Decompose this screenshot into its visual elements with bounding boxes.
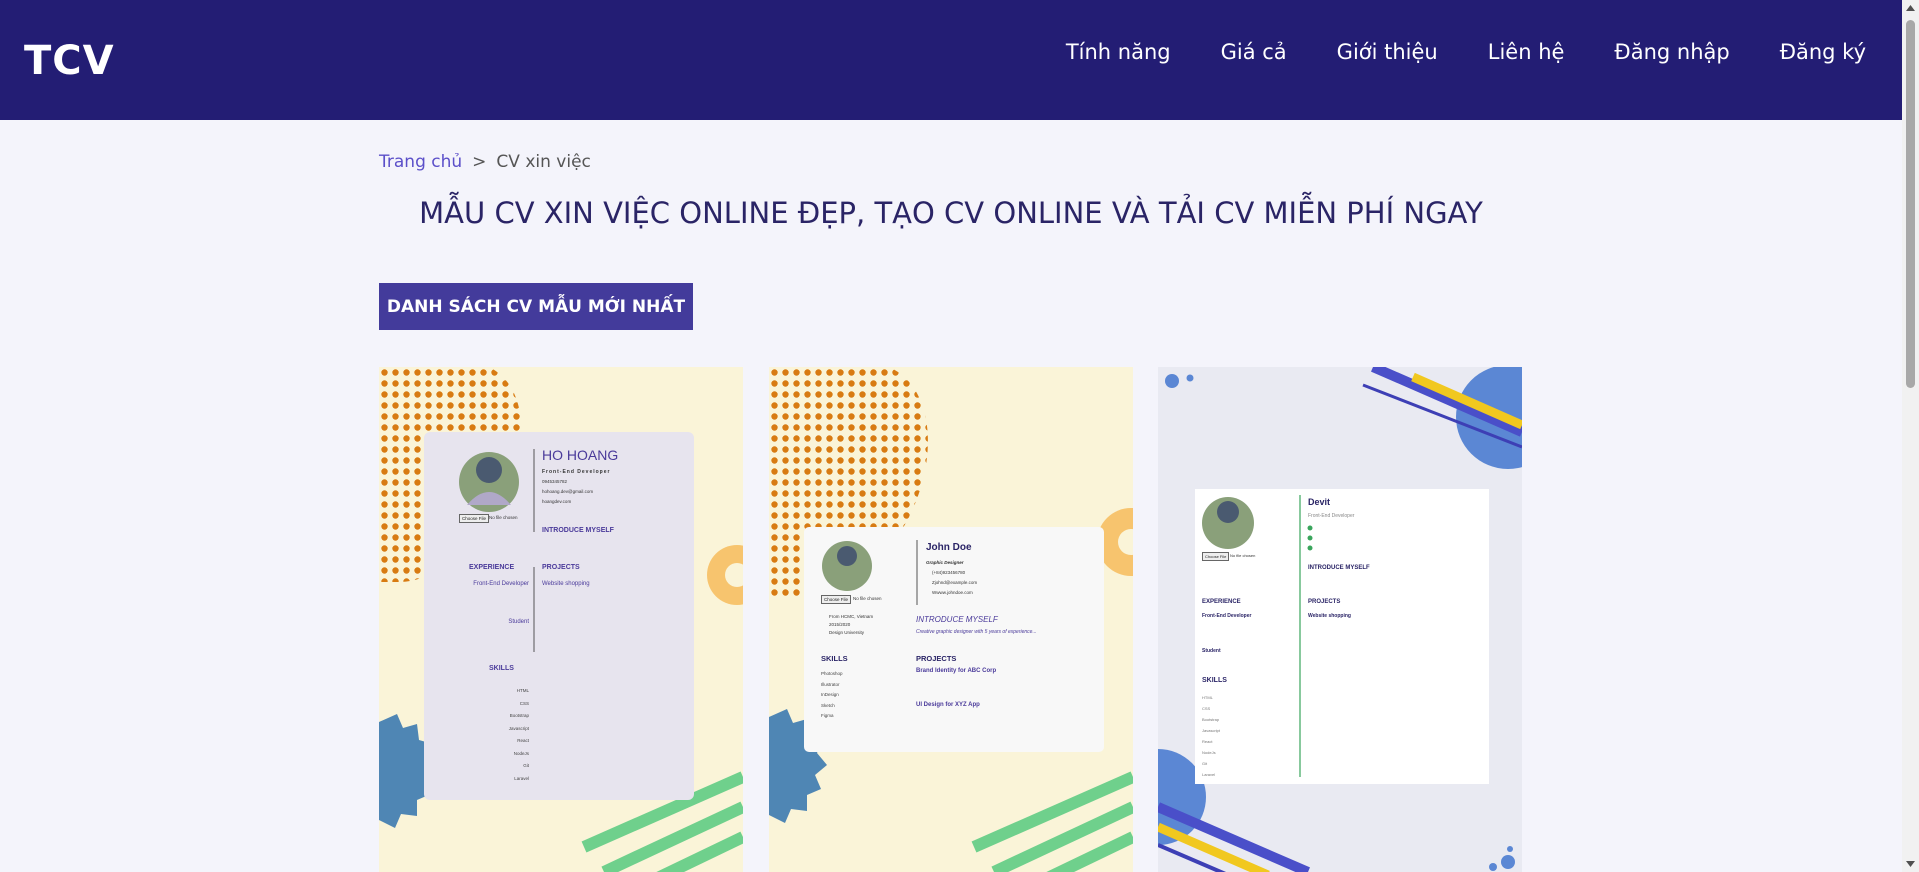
skill-item: HTML [516, 688, 529, 693]
cv-name: John Doe [926, 542, 972, 553]
cv-project-title: Brand Identity for ABC Corp [916, 668, 997, 674]
choose-file-button[interactable]: Choose File [459, 514, 490, 523]
skill-item: Bootstrap [1202, 717, 1220, 722]
skill-item: NodeJs [513, 750, 529, 756]
cv-name: HO HOANG [542, 447, 619, 463]
cv-skills-list: Photoshop Illustrator InDesign Sketch Fi… [821, 669, 843, 722]
cv-email: hohoang.dev@gmail.com [542, 489, 594, 494]
cv-intro-heading: INTRODUCE MYSELF [542, 527, 614, 534]
skill-item: Illustrator [821, 681, 840, 687]
cv-template-1-preview [379, 367, 743, 872]
choose-file-button[interactable]: Choose File [1202, 552, 1230, 561]
cv-role: Front-End Developer [542, 469, 611, 475]
skill-item: Javascript [1202, 728, 1221, 733]
cv-experience-heading: EXPERIENCE [469, 564, 515, 571]
page-scrollbar[interactable] [1902, 0, 1919, 872]
nav-contact[interactable]: Liên hệ [1488, 40, 1565, 64]
breadcrumb-separator: > [472, 152, 487, 172]
file-status-text: No file chosen [489, 515, 518, 520]
skill-item: Sketch [821, 702, 835, 708]
skill-item: Laravel [514, 775, 529, 781]
cv-website: hoangdev.com [542, 499, 572, 504]
cv-education-list: From HCMC, Vietnam 2015/2020 Design Univ… [829, 613, 873, 637]
breadcrumb: Trang chủ > CV xin việc [379, 152, 591, 172]
cv-intro-heading: INTRODUCE MYSELF [916, 615, 998, 624]
nav-login[interactable]: Đăng nhập [1614, 40, 1729, 64]
dot-decoration [1165, 374, 1179, 388]
cv-template-card-3[interactable]: Devit Front-End Developer Choose File No… [1158, 367, 1522, 872]
nav-about[interactable]: Giới thiệu [1337, 40, 1438, 64]
cv-projects-heading: PROJECTS [916, 654, 957, 663]
nav-register[interactable]: Đăng ký [1780, 40, 1866, 64]
file-status-text: No file chosen [853, 596, 882, 601]
breadcrumb-current: CV xin việc [496, 152, 591, 172]
skill-item: React [517, 738, 529, 743]
main-nav: Tính năng Giá cả Giới thiệu Liên hệ Đăng… [1066, 40, 1866, 64]
cv-project-title: Website shopping [1308, 613, 1351, 619]
file-status-text: No file chosen [1230, 553, 1256, 558]
choose-file-button[interactable]: Choose File [821, 595, 852, 604]
education-item: 2015/2020 [829, 622, 851, 627]
scroll-up-arrow-icon[interactable] [1905, 2, 1916, 14]
skill-item: CSS [519, 700, 529, 706]
latest-cv-list-button[interactable]: DANH SÁCH CV MẪU MỚI NHẤT [379, 283, 693, 330]
brand-logo[interactable]: TCV [24, 38, 115, 84]
cv-name: Devit [1308, 497, 1331, 507]
cv-experience-item: Front-End Developer [1202, 613, 1252, 619]
skill-item: HTML [1202, 695, 1213, 700]
skill-item: CSS [1202, 706, 1211, 711]
stripe-decoration [1158, 802, 1310, 872]
education-item: From HCMC, Vietnam [829, 614, 874, 619]
education-item: Design University [829, 630, 865, 635]
cv-experience-heading: EXPERIENCE [1202, 599, 1241, 605]
cv-phone: 0945345782 [542, 479, 568, 484]
stripe-decoration [971, 771, 1133, 872]
cv-email: Zjohnd@example.com [932, 580, 978, 585]
flower-decoration [707, 545, 743, 605]
cv-role: Front-End Developer [1308, 513, 1355, 519]
nav-pricing[interactable]: Giá cả [1221, 40, 1287, 64]
cv-skills-list: HTML CSS Bootstrap Javascript React Node… [1202, 692, 1220, 780]
cv-experience-item: Student [508, 619, 529, 625]
scrollbar-thumb[interactable] [1906, 20, 1915, 388]
cv-website: Wwww.johndoe.com [932, 590, 973, 595]
cv-skills-list: HTML CSS Bootstrap Javascript React Node… [479, 685, 529, 785]
cv-intro-heading: INTRODUCE MYSELF [1308, 565, 1370, 571]
cv-skills-heading: SKILLS [821, 654, 848, 663]
breadcrumb-home-link[interactable]: Trang chủ [379, 152, 462, 172]
skill-item: Photoshop [821, 671, 843, 676]
cv-template-card-1[interactable]: HO HOANG Front-End Developer 0945345782 … [379, 367, 743, 872]
cv-role: Graphic Designer [926, 560, 964, 565]
skill-item: InDesign [821, 692, 839, 697]
skill-item: Figma [821, 713, 834, 718]
cv-projects-heading: PROJECTS [1308, 599, 1341, 605]
cv-phone: (+84)923456780 [932, 570, 966, 575]
cv-intro-text: Creative graphic designer with 5 years o… [916, 629, 1037, 635]
cv-project-title: UI Design for XYZ App [916, 702, 980, 708]
skill-item: React [1202, 739, 1213, 744]
page-title: MẪU CV XIN VIỆC ONLINE ĐẸP, TẠO CV ONLIN… [419, 196, 1483, 230]
skill-item: Bootstrap [509, 713, 529, 718]
skill-item: NodeJs [1202, 750, 1216, 755]
scroll-down-arrow-icon[interactable] [1905, 858, 1916, 870]
skill-item: Git [523, 763, 529, 768]
top-navbar: TCV Tính năng Giá cả Giới thiệu Liên hệ … [0, 0, 1902, 120]
cv-experience-item: Front-End Developer [473, 581, 529, 587]
cv-template-3-preview [1158, 367, 1522, 872]
skill-item: Javascript [508, 725, 529, 731]
skill-item: Git [1202, 761, 1208, 766]
cv-experience-item: Student [1202, 648, 1221, 654]
cv-template-card-2[interactable]: John Doe Graphic Designer (+84)923456780… [769, 367, 1133, 872]
nav-features[interactable]: Tính năng [1066, 40, 1171, 64]
cv-projects-heading: PROJECTS [542, 564, 580, 571]
cv-project-title: Website shopping [542, 581, 590, 587]
skill-item: Laravel [1202, 772, 1216, 777]
cv-skills-heading: SKILLS [489, 665, 514, 672]
cv-skills-heading: SKILLS [1202, 677, 1227, 684]
